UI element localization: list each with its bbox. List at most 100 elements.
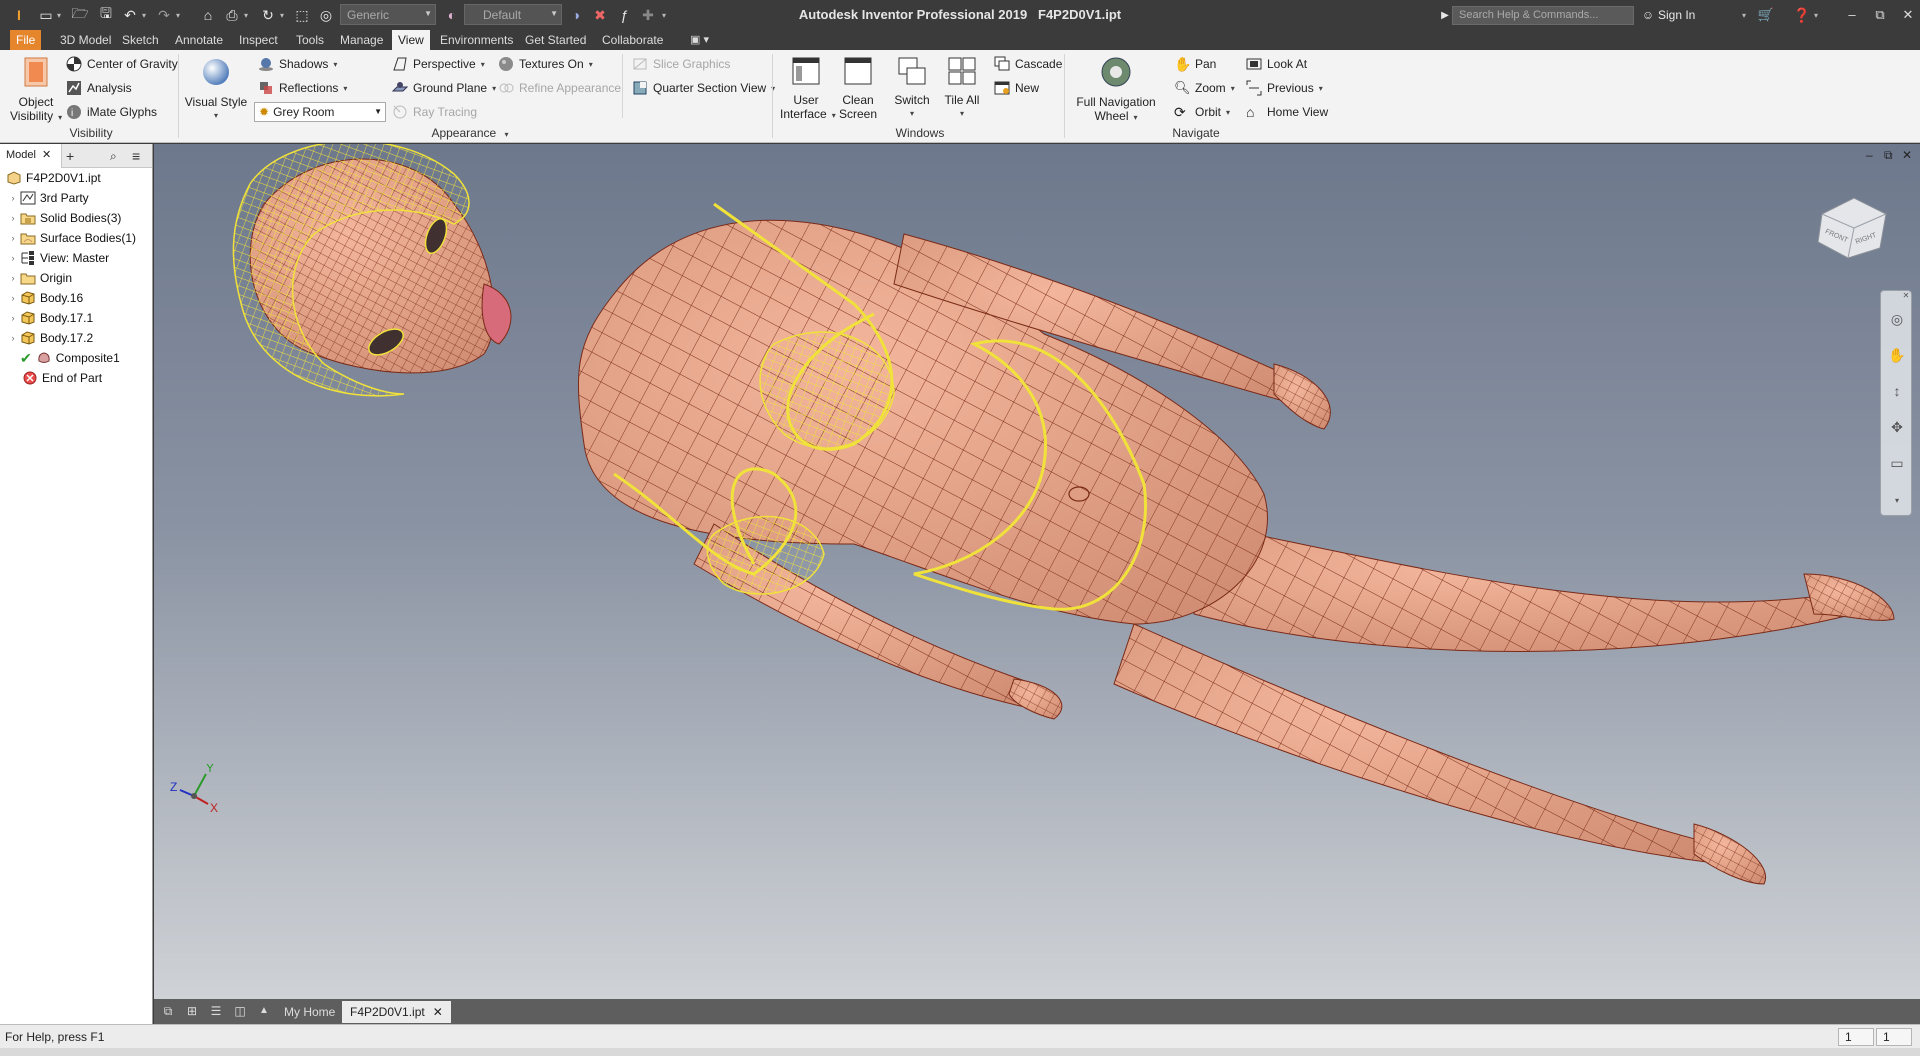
tile-vertical-icon[interactable]: ◫ [232, 1004, 248, 1018]
close-button[interactable]: ✕ [1894, 0, 1920, 30]
navigation-wheel-icon[interactable]: ◎ [1887, 309, 1907, 329]
analysis-button[interactable]: Analysis [66, 78, 132, 98]
switch-button[interactable]: Switch ▾ [890, 56, 934, 121]
measure-icon[interactable]: ◎ [316, 0, 336, 30]
user-interface-button[interactable]: User Interface ▾ [780, 56, 836, 123]
tree-item-3rd-party[interactable]: › 3rd Party [8, 188, 89, 208]
print-icon[interactable]: ⎙ [222, 0, 242, 30]
add-browser-tab-icon[interactable]: + [66, 144, 74, 168]
print-dropdown-icon[interactable]: ▾ [244, 0, 248, 30]
open-documents-icon[interactable]: ▲ [256, 1004, 272, 1018]
previous-view-button[interactable]: Previous ▾ [1246, 78, 1323, 98]
tab-collaborate[interactable]: Collaborate [596, 30, 669, 50]
quarter-section-view-button[interactable]: Quarter Section View ▾ [632, 78, 775, 98]
tab-tools[interactable]: Tools [290, 30, 330, 50]
visual-style-button[interactable]: Visual Style ▾ [184, 56, 248, 123]
tab-manage[interactable]: Manage [334, 30, 389, 50]
help-dropdown-icon[interactable]: ▾ [1814, 0, 1818, 30]
browser-menu-icon[interactable]: ≡ [132, 144, 140, 168]
reflections-button[interactable]: Reflections ▾ [258, 78, 347, 98]
tree-item-body-17-1[interactable]: › Body.17.1 [8, 308, 94, 328]
search-help-input[interactable]: Search Help & Commands... [1452, 6, 1634, 25]
imate-glyphs-button[interactable]: i iMate Glyphs [66, 102, 157, 122]
tab-environments[interactable]: Environments [434, 30, 519, 50]
update-dropdown-icon[interactable]: ▾ [280, 0, 284, 30]
minimize-button[interactable]: – [1838, 0, 1866, 30]
tile-windows-icon[interactable]: ⊞ [184, 1004, 200, 1018]
orbit-button[interactable]: ⟳ Orbit ▾ [1174, 102, 1230, 122]
home-view-button[interactable]: ⌂ Home View [1246, 102, 1328, 122]
parameters-icon[interactable]: ƒ [614, 0, 634, 30]
tree-root[interactable]: F4P2D0V1.ipt [4, 168, 101, 188]
zoom-button[interactable]: 🔍︎ Zoom ▾ [1174, 78, 1235, 98]
tab-3d-model[interactable]: 3D Model [54, 30, 117, 50]
save-icon[interactable]: 🖫 [96, 0, 116, 30]
adjust-appearance-icon[interactable]: ◑ [566, 0, 586, 30]
graphics-viewport[interactable]: – ⧉ ✕ FRONT RIGHT ✕ ◎ ✋ ↕ ✥ ▭ ▾ Y Z X [154, 144, 1920, 999]
tab-file[interactable]: File [10, 30, 42, 50]
new-file-icon[interactable]: ▭ [36, 0, 56, 30]
sign-in-dropdown-icon[interactable]: ▾ [1742, 0, 1746, 30]
pan-button[interactable]: ✋ Pan [1174, 54, 1216, 74]
close-icon[interactable]: ✕ [42, 148, 51, 161]
ribbon-options-icon[interactable]: ▣ ▾ [684, 30, 715, 50]
clear-appearance-icon[interactable]: ✖ [590, 0, 610, 30]
tree-item-view-master[interactable]: › View: Master [8, 248, 109, 268]
orbit-icon[interactable]: ✥ [1887, 417, 1907, 437]
figure-model[interactable] [232, 144, 1895, 885]
tree-item-surface-bodies[interactable]: › Surface Bodies(1) [8, 228, 137, 248]
tree-item-end-of-part[interactable]: End of Part [20, 368, 102, 388]
refine-appearance-button[interactable]: Refine Appearance [498, 78, 621, 98]
slice-graphics-button[interactable]: Slice Graphics [632, 54, 730, 74]
cascade-button[interactable]: Cascade [994, 54, 1062, 74]
clean-screen-button[interactable]: Clean Screen [834, 56, 882, 121]
tab-inspect[interactable]: Inspect [233, 30, 284, 50]
close-icon[interactable]: ✕ [433, 1005, 443, 1019]
tree-item-solid-bodies[interactable]: › Solid Bodies(3) [8, 208, 122, 228]
navbar-options-icon[interactable]: ▾ [1887, 491, 1907, 511]
tree-item-composite1[interactable]: ✔ Composite1 [20, 348, 120, 368]
viewcube[interactable]: FRONT RIGHT [1814, 192, 1890, 262]
ground-plane-button[interactable]: Ground Plane ▾ [392, 78, 496, 98]
new-dropdown-icon[interactable]: ▾ [57, 0, 61, 30]
full-navigation-wheel-button[interactable]: Full Navigation Wheel ▾ [1070, 56, 1162, 125]
cascade-windows-icon[interactable]: ⧉ [160, 1004, 176, 1018]
doc-tab-active[interactable]: F4P2D0V1.ipt ✕ [342, 1001, 451, 1023]
expand-icon[interactable]: › [8, 273, 18, 283]
expand-icon[interactable]: › [8, 193, 18, 203]
tile-all-button[interactable]: Tile All ▾ [940, 56, 984, 121]
select-priority-icon[interactable]: ⬚ [292, 0, 312, 30]
tab-view[interactable]: View [392, 30, 430, 50]
expand-icon[interactable]: › [8, 213, 18, 223]
cart-icon[interactable]: 🛒 [1756, 0, 1776, 30]
appearance-group-label[interactable]: Appearance ▾ [420, 126, 520, 140]
object-visibility-button[interactable]: Object Visibility ▾ [10, 56, 62, 125]
expand-icon[interactable]: › [8, 233, 18, 243]
ray-tracing-button[interactable]: Ray Tracing [392, 102, 477, 122]
look-at-icon[interactable]: ▭ [1887, 453, 1907, 473]
new-window-button[interactable]: New [994, 78, 1039, 98]
doc-tab-my-home[interactable]: My Home [276, 1001, 343, 1023]
tab-get-started[interactable]: Get Started [519, 30, 592, 50]
expand-icon[interactable]: › [8, 293, 18, 303]
undo-icon[interactable]: ↶ [120, 0, 140, 30]
update-icon[interactable]: ↻ [258, 0, 278, 30]
open-file-icon[interactable]: 🗁 [70, 0, 90, 30]
redo-icon[interactable]: ↷ [154, 0, 174, 30]
viewport-restore-icon[interactable]: ⧉ [1884, 148, 1893, 163]
center-of-gravity-button[interactable]: Center of Gravity [66, 54, 178, 74]
viewport-close-icon[interactable]: ✕ [1902, 148, 1912, 162]
tree-item-origin[interactable]: › Origin [8, 268, 73, 288]
user-icon[interactable]: ☺ [1640, 0, 1656, 30]
appearance-icon[interactable]: ◐ [442, 0, 462, 30]
navbar-close-icon[interactable]: ✕ [1901, 291, 1911, 301]
textures-on-button[interactable]: Textures On ▾ [498, 54, 593, 74]
pan-icon[interactable]: ✋ [1887, 345, 1907, 365]
search-icon[interactable]: ⌕ [110, 144, 117, 168]
perspective-button[interactable]: Perspective ▾ [392, 54, 485, 74]
sign-in-link[interactable]: Sign In [1658, 0, 1718, 30]
viewport-minimize-icon[interactable]: – [1866, 148, 1873, 162]
appearance-combo[interactable]: Default ▼ [464, 4, 562, 25]
tab-sketch[interactable]: Sketch [116, 30, 165, 50]
tile-horizontal-icon[interactable]: ☰ [208, 1004, 224, 1018]
